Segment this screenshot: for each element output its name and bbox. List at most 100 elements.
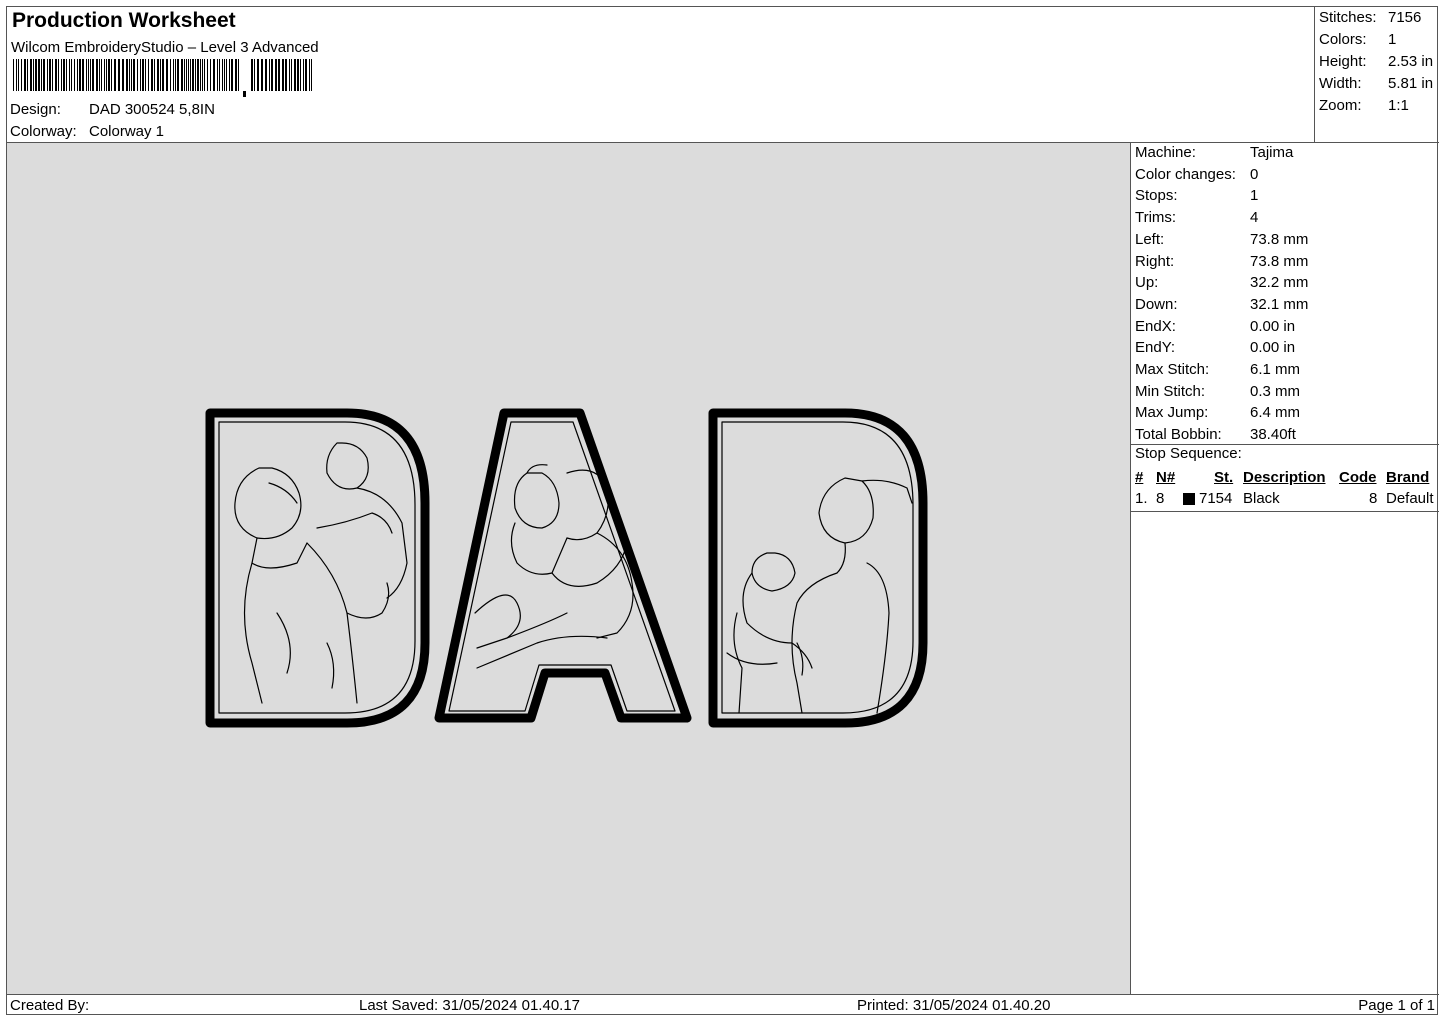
letter-d-right-inner (721, 421, 914, 714)
info-label: Left: (1135, 230, 1165, 248)
software-name: Wilcom EmbroideryStudio – Level 3 Advanc… (11, 39, 319, 56)
info-row: Trims: 4 (1135, 209, 1258, 226)
worksheet-footer: Created By: Last Saved: 31/05/2024 01.40… (7, 994, 1439, 1017)
letter-a-inner (448, 421, 676, 712)
summary-row: Width: 5.81 in (1319, 75, 1433, 92)
summary-value: 7156 (1388, 9, 1422, 26)
line-art-left (234, 442, 408, 704)
stop-row-stitches: 7154 (1199, 490, 1233, 507)
summary-row: Stitches: 7156 (1319, 9, 1421, 26)
info-label: Machine: (1135, 144, 1196, 161)
info-value: 4 (1250, 209, 1259, 227)
summary-label: Stitches: (1319, 9, 1377, 26)
stop-row-needle: 8 (1156, 490, 1165, 507)
design-summary: Stitches: 7156 Colors: 1 Height: 2.53 in Width… (1315, 7, 1439, 143)
col-header-brand: Brand (1386, 469, 1430, 486)
design-preview (7, 143, 1131, 994)
stop-row-brand: Default (1386, 490, 1434, 507)
printed-date: Printed: 31/05/2024 01.40.20 (857, 997, 1051, 1014)
info-value: 73.8 mm (1250, 230, 1309, 248)
info-label: Min Stitch: (1135, 382, 1206, 400)
summary-label: Width: (1319, 75, 1362, 92)
info-label: Right: (1135, 252, 1175, 270)
info-row: Color changes: 0 (1135, 166, 1258, 183)
embroidery-artwork (205, 408, 928, 728)
info-value: 32.1 mm (1250, 295, 1309, 313)
stop-row-code: 8 (1369, 490, 1378, 507)
info-value: 6.4 mm (1250, 404, 1301, 422)
col-header-num: # (1135, 469, 1144, 486)
info-value: 0 (1250, 165, 1259, 183)
colorway-value: Colorway 1 (89, 123, 165, 140)
stop-row-description: Black (1243, 490, 1280, 507)
info-label: EndX: (1135, 317, 1176, 335)
stop-sequence-label: Stop Sequence: (1131, 444, 1439, 462)
barcode (13, 59, 312, 97)
col-header-needle: N# (1156, 469, 1176, 486)
info-label: Color changes: (1135, 165, 1236, 183)
info-label: Trims: (1135, 209, 1177, 227)
colorway-row: Colorway: Colorway 1 (10, 123, 164, 140)
worksheet-header: Production Worksheet Wilcom EmbroiderySt… (7, 7, 1315, 143)
col-header-stitches: St. (1214, 469, 1234, 486)
info-row: Max Stitch: 6.1 mm (1135, 361, 1300, 378)
page-number: Page 1 of 1 (1358, 997, 1435, 1014)
info-label: Stops: (1135, 187, 1178, 205)
letter-d-left-inner (218, 421, 416, 714)
info-row: EndX: 0.00 in (1135, 318, 1295, 335)
created-by: Created By: (10, 997, 90, 1014)
summary-label: Colors: (1319, 31, 1367, 48)
info-label: Down: (1135, 295, 1178, 313)
stop-row-num: 1. (1135, 490, 1148, 507)
info-row: Machine: Tajima (1135, 144, 1293, 161)
letter-d-left-outline (205, 408, 430, 728)
info-value: 0.00 in (1250, 339, 1296, 357)
summary-value: 1:1 (1388, 97, 1409, 114)
col-header-description: Description (1243, 469, 1326, 486)
last-saved: Last Saved: 31/05/2024 01.40.17 (359, 997, 581, 1014)
info-row: Up: 32.2 mm (1135, 274, 1308, 291)
info-value: 38.40ft (1250, 426, 1296, 444)
info-label: Max Stitch: (1135, 361, 1210, 378)
stop-table-divider (1131, 511, 1439, 512)
machine-info-panel: Machine: Tajima Color changes: 0 Stops: 1 Trim… (1131, 143, 1439, 994)
letter-a-outline (434, 408, 692, 723)
summary-row: Colors: 1 (1319, 31, 1396, 48)
summary-label: Height: (1319, 53, 1367, 70)
design-label: Design: (10, 101, 61, 118)
info-value: Tajima (1250, 144, 1294, 161)
info-row: Min Stitch: 0.3 mm (1135, 383, 1300, 400)
info-value: 73.8 mm (1250, 252, 1309, 270)
info-row: Left: 73.8 mm (1135, 231, 1308, 248)
colorway-label: Colorway: (10, 123, 77, 140)
line-art-right (726, 477, 913, 714)
col-header-code: Code (1339, 469, 1377, 486)
summary-value: 5.81 in (1388, 75, 1434, 92)
info-row: Right: 73.8 mm (1135, 253, 1308, 270)
letter-d-right-outline (708, 408, 928, 728)
info-label: Max Jump: (1135, 404, 1209, 422)
info-value: 32.2 mm (1250, 274, 1309, 292)
info-value: 0.00 in (1250, 317, 1296, 335)
summary-row: Height: 2.53 in (1319, 53, 1433, 70)
production-worksheet: Production Worksheet Wilcom EmbroiderySt… (6, 6, 1439, 1017)
thread-color-swatch (1183, 493, 1195, 505)
summary-value: 2.53 in (1388, 53, 1434, 70)
summary-label: Zoom: (1319, 97, 1362, 114)
design-row: Design: DAD 300524 5,8IN (10, 101, 215, 118)
info-row: Stops: 1 (1135, 187, 1258, 204)
info-row: EndY: 0.00 in (1135, 339, 1295, 356)
info-value: 1 (1250, 187, 1259, 205)
page-title: Production Worksheet (12, 9, 236, 32)
summary-value: 1 (1388, 31, 1397, 48)
info-label: EndY: (1135, 339, 1176, 357)
info-row: Total Bobbin: 38.40ft (1135, 426, 1296, 443)
info-row: Max Jump: 6.4 mm (1135, 404, 1300, 421)
info-label: Up: (1135, 274, 1159, 292)
design-value: DAD 300524 5,8IN (89, 101, 215, 118)
summary-row: Zoom: 1:1 (1319, 97, 1409, 114)
info-label: Total Bobbin: (1135, 426, 1222, 444)
info-value: 0.3 mm (1250, 382, 1301, 400)
info-value: 6.1 mm (1250, 361, 1301, 378)
info-row: Down: 32.1 mm (1135, 296, 1308, 313)
